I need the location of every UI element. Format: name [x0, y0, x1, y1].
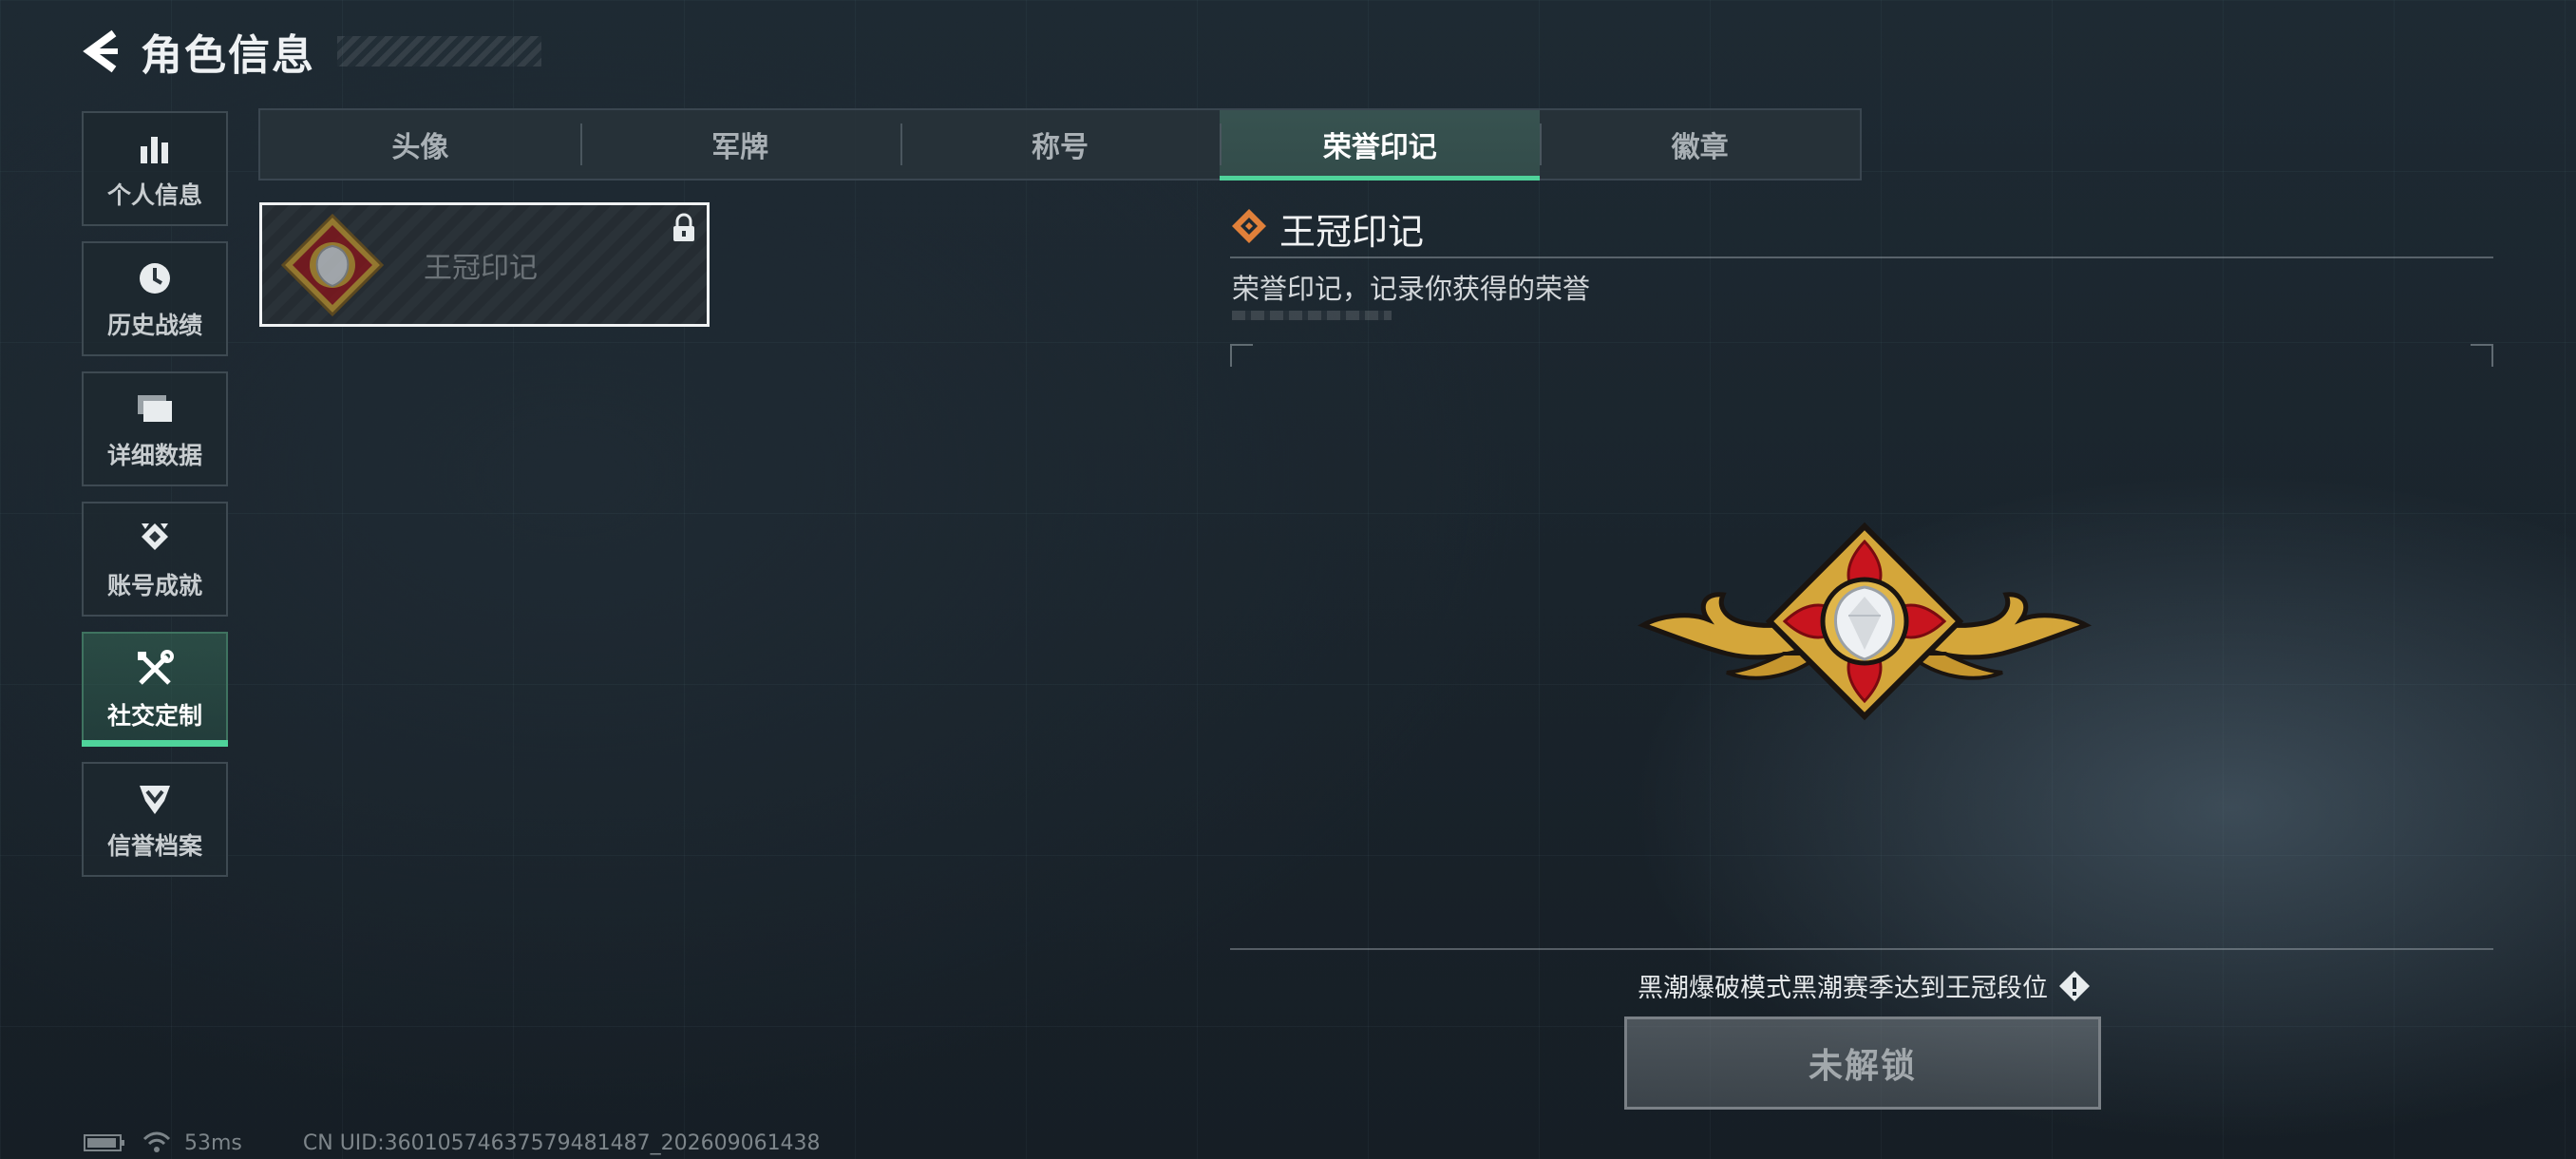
page-title: 角色信息 [141, 31, 315, 80]
achievement-icon [134, 518, 176, 560]
reputation-icon [134, 778, 176, 820]
uid-text: CN UID:3601057463757948148​7_20260906143… [302, 1130, 821, 1155]
sidebar-item-detailed-data[interactable]: 详细数据 [82, 371, 228, 486]
ping-value: 53ms [184, 1130, 242, 1155]
sidebar-item-social-custom[interactable]: 社交定制 [82, 632, 228, 747]
clock-icon [134, 257, 176, 299]
sidebar-item-label: 详细数据 [106, 441, 202, 469]
sidebar-item-label: 社交定制 [106, 701, 202, 730]
detail-title: 王冠印记 [1279, 210, 1425, 253]
tab-avatar[interactable]: 头像 [260, 110, 580, 179]
lock-icon [671, 213, 699, 245]
sidebar-item-reputation[interactable]: 信誉档案 [82, 762, 228, 877]
folder-icon [134, 388, 176, 429]
card-name: 王冠印记 [424, 251, 538, 285]
sidebar-item-history[interactable]: 历史战绩 [82, 241, 228, 356]
tab-honor-mark[interactable]: 荣誉印记 [1220, 110, 1541, 180]
tab-bar: 头像 军牌 称号 荣誉印记 徽章 [258, 108, 1862, 180]
tools-icon [134, 648, 176, 690]
tab-title[interactable]: 称号 [900, 110, 1221, 179]
unlock-condition-text: 黑潮爆破模式黑潮赛季达到王冠段位 [1638, 974, 2048, 1003]
battery-icon [84, 1133, 125, 1152]
sidebar-item-personal-info[interactable]: 个人信息 [82, 111, 228, 226]
divider [1230, 948, 2493, 950]
unlock-condition: 黑潮爆破模式黑潮赛季达到王冠段位 [1638, 967, 2092, 1004]
sidebar-item-label: 账号成就 [106, 571, 202, 599]
title-decoration [337, 36, 541, 66]
detail-description: 荣誉印记，记录你获得的荣誉 [1232, 273, 1591, 305]
description-decoration [1232, 311, 1392, 320]
sidebar: 个人信息 历史战绩 详细数据 账号成就 社交定制 信誉档案 [82, 111, 228, 892]
honor-mark-card[interactable]: 王冠印记 [259, 202, 710, 327]
bar-chart-icon [134, 127, 176, 169]
status-footer: 53ms CN UID:3601057463757948148​7_202609… [84, 1130, 821, 1155]
wifi-icon [142, 1131, 171, 1154]
page-header: 角色信息 [80, 23, 315, 80]
unlock-button[interactable]: 未解锁 [1624, 1016, 2101, 1110]
sidebar-item-label: 信誉档案 [106, 831, 202, 860]
mark-title-icon [1230, 207, 1268, 249]
back-arrow-icon[interactable] [80, 28, 122, 75]
sidebar-item-label: 历史战绩 [106, 311, 202, 339]
info-icon[interactable] [2057, 969, 2092, 1003]
tab-dog-tag[interactable]: 军牌 [579, 110, 900, 179]
sidebar-item-label: 个人信息 [106, 180, 202, 209]
sidebar-item-achievements[interactable]: 账号成就 [82, 502, 228, 617]
frame-corner [1230, 344, 1253, 367]
frame-corner [2471, 344, 2493, 367]
detail-header: 王冠印记 [1230, 203, 1424, 253]
tab-badge[interactable]: 徽章 [1540, 110, 1860, 179]
crown-mark-thumbnail [275, 208, 389, 322]
divider [1230, 256, 2493, 258]
crown-mark-emblem [1632, 521, 2097, 749]
